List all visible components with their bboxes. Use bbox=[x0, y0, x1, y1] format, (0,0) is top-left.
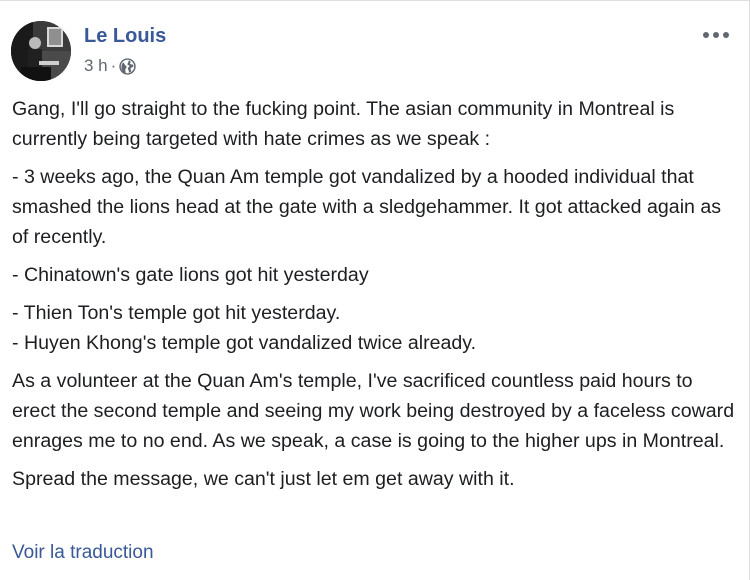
globe-icon bbox=[119, 57, 136, 75]
dot bbox=[723, 32, 729, 38]
profile-photo bbox=[11, 21, 71, 81]
see-translation-link[interactable]: Voir la traduction bbox=[12, 539, 154, 567]
post-paragraph-item: - Thien Ton's temple got hit yesterday. bbox=[12, 302, 341, 324]
dot bbox=[713, 32, 719, 38]
post-paragraph-closing: Spread the message, we can't just let em… bbox=[12, 468, 515, 490]
post-paragraph-item: - 3 weeks ago, the Quan Am temple got va… bbox=[12, 166, 722, 248]
dot bbox=[703, 32, 709, 38]
post-body: Gang, I'll go straight to the fucking po… bbox=[12, 94, 737, 494]
post-timestamp[interactable]: 3 h bbox=[84, 56, 108, 76]
avatar[interactable] bbox=[11, 21, 71, 81]
author-name[interactable]: Le Louis bbox=[84, 25, 166, 48]
post-paragraph-volunteer: As a volunteer at the Quan Am's temple, … bbox=[12, 370, 735, 452]
post-paragraph-intro: Gang, I'll go straight to the fucking po… bbox=[12, 98, 675, 150]
post-paragraph-item: - Huyen Khong's temple got vandalized tw… bbox=[12, 332, 477, 354]
more-options-icon[interactable] bbox=[703, 29, 729, 41]
post-meta: 3 h · bbox=[84, 56, 136, 76]
meta-separator: · bbox=[110, 56, 117, 75]
post-paragraph-item: - Chinatown's gate lions got hit yesterd… bbox=[12, 264, 369, 286]
facebook-post: Le Louis 3 h · Gang, I'll go straight to… bbox=[0, 0, 750, 580]
